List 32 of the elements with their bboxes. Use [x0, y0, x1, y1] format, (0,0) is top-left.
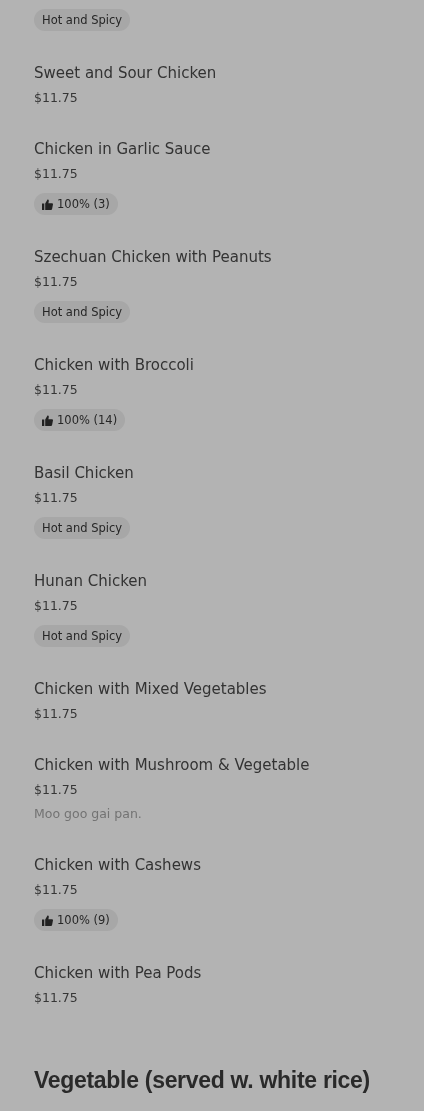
- thumbs-up-icon: [42, 914, 53, 926]
- item-name[interactable]: Chicken with Cashews: [34, 855, 404, 875]
- tag-label: Hot and Spicy: [34, 301, 131, 323]
- item-price: $11.75: [34, 165, 79, 183]
- item-price: $11.75: [34, 273, 79, 291]
- section-heading: Vegetable (served w. white rice): [34, 1066, 370, 1095]
- item-name[interactable]: Szechuan Chicken with Peanuts: [34, 247, 404, 267]
- item-price: $11.75: [34, 705, 79, 723]
- thumbs-up-icon: [42, 198, 53, 210]
- item-name[interactable]: Sweet and Sour Chicken: [34, 63, 404, 83]
- item-price: $11.75: [34, 381, 79, 399]
- rating-badge: 100% (9): [34, 909, 118, 931]
- item-name[interactable]: Chicken with Mixed Vegetables: [34, 679, 404, 699]
- item-name[interactable]: Basil Chicken: [34, 463, 404, 483]
- item-name[interactable]: Chicken in Garlic Sauce: [34, 139, 404, 159]
- item-price: $11.75: [34, 881, 79, 899]
- item-name[interactable]: Chicken with Pea Pods: [34, 963, 404, 983]
- item-price: $11.75: [34, 489, 79, 507]
- item-name[interactable]: Chicken with Mushroom & Vegetable: [34, 755, 404, 775]
- thumbs-up-icon: [42, 414, 53, 426]
- item-price: $11.75: [34, 89, 79, 107]
- item-name[interactable]: Chicken with Broccoli: [34, 355, 404, 375]
- item-description: Moo goo gai pan.: [34, 805, 143, 823]
- item-name[interactable]: Hunan Chicken: [34, 571, 404, 591]
- rating-badge: 100% (14): [34, 409, 126, 431]
- tag-label: Hot and Spicy: [34, 625, 131, 647]
- item-price: $11.75: [34, 989, 79, 1007]
- item-price: $11.75: [34, 597, 79, 615]
- tag-label: Hot and Spicy: [34, 9, 131, 31]
- tag-label: Hot and Spicy: [34, 517, 131, 539]
- item-price: $11.75: [34, 781, 79, 799]
- rating-badge: 100% (3): [34, 193, 118, 215]
